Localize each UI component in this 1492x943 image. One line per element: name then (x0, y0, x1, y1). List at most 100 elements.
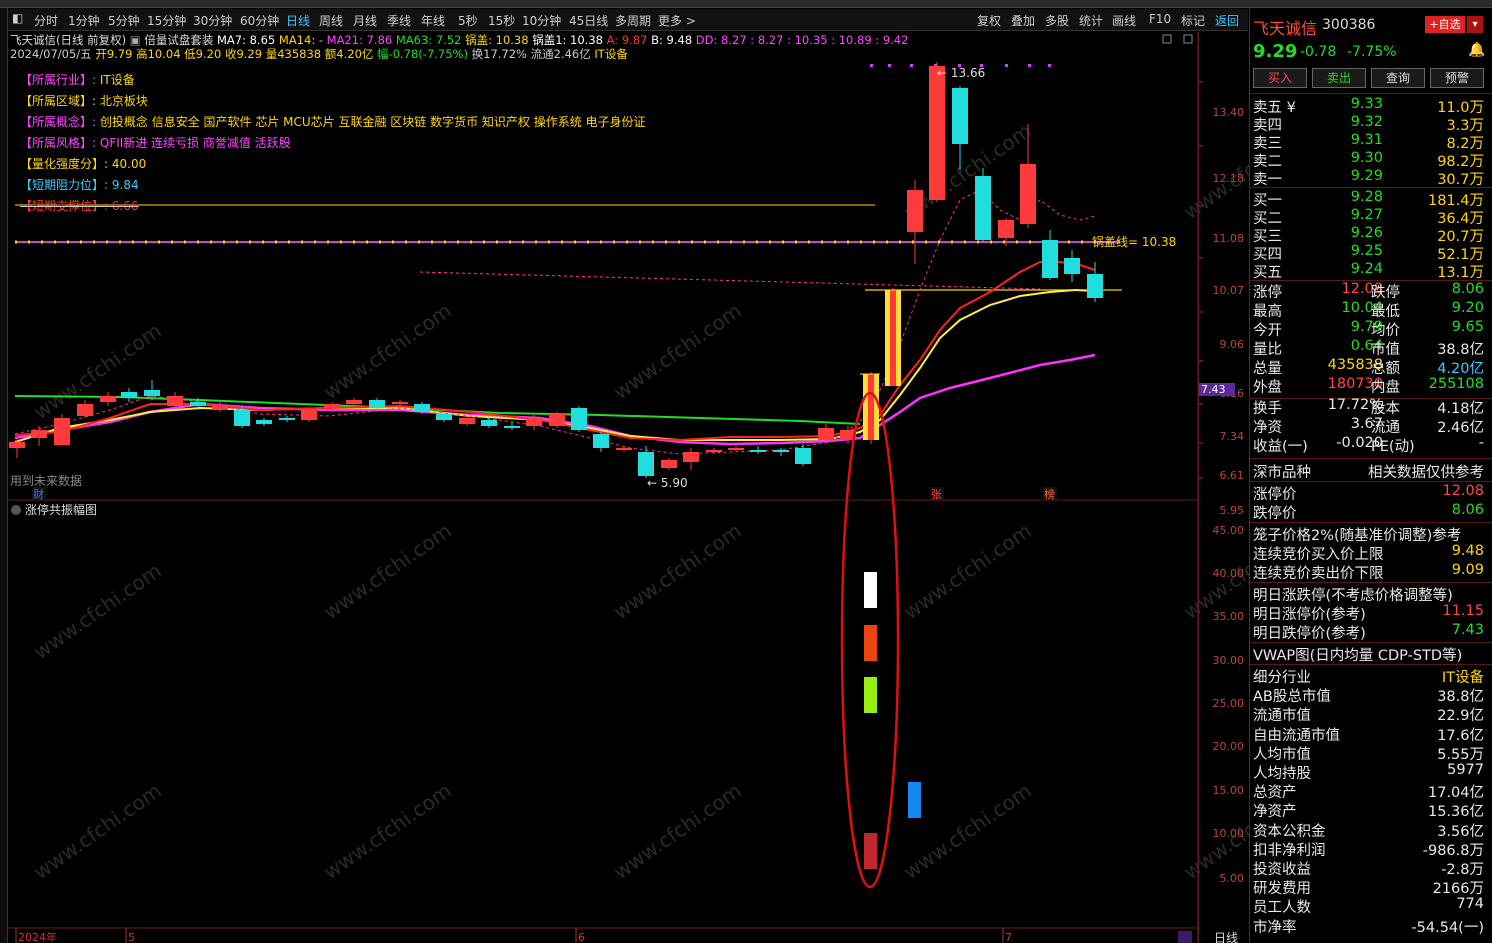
candle-body (818, 428, 834, 440)
candle-body (571, 408, 587, 430)
fundamental-row: 投资收益 -2.8万 (1253, 862, 1484, 878)
dropdown-icon[interactable]: ▾ (1467, 16, 1483, 33)
candle-body (795, 448, 811, 464)
ask-row: 卖五 ¥9.33 11.0万 (1253, 96, 1484, 116)
candle-body (54, 418, 70, 445)
sub-y-tick: 35.00 (1212, 610, 1245, 623)
future-data-note: 用到未来数据 (10, 473, 82, 488)
limit-row: 跌停价 8.06 (1253, 502, 1484, 522)
watermark: www.cfchi.com (29, 318, 166, 424)
candle-body (279, 418, 295, 420)
info-line-3: 【所属风格】: QFII新进 连续亏损 商誉减值 活跃股 (20, 136, 291, 150)
price-tag: 7.43 (1199, 383, 1235, 396)
ma-value-7: B: 9.48 (651, 33, 693, 47)
bar-blue (908, 782, 921, 818)
candle-body (1020, 164, 1036, 224)
ma-value-0: MA7: 8.65 (216, 33, 276, 47)
candle-body (301, 410, 317, 420)
candle-body (549, 414, 565, 426)
y-tick: 10.07 (1212, 284, 1245, 297)
stat-row: 换手 17.72% 股本 4.18亿 (1253, 397, 1484, 417)
trade-button-3[interactable]: 预警 (1430, 68, 1484, 88)
ohlc-4: 收9.29 (224, 47, 263, 61)
candle-body (661, 460, 677, 468)
sub-y-tick: 10.00 (1212, 827, 1245, 840)
ma-value-6: A: 9.87 (606, 33, 648, 47)
ohlc-9: 流通2.46亿 (530, 47, 591, 61)
period-label: 日线 (1213, 931, 1238, 943)
vwap-row[interactable]: VWAP图(日内均量 CDP-STD等) (1253, 644, 1484, 664)
ma-value-5: 锅盖1: 10.38 (532, 33, 603, 47)
watermark: www.cfchi.com (29, 558, 166, 664)
watermark: www.cfchi.com (609, 518, 746, 624)
bar-orange (864, 625, 877, 661)
fundamental-row: 总资产 17.04亿 (1253, 785, 1484, 802)
tomorrow-row: 明日跌停价(参考) 7.43 (1253, 622, 1484, 642)
fundamental-row: 人均持股 5977 (1253, 762, 1484, 782)
candle-body (392, 402, 408, 404)
ohlc-6: 额4.20亿 (324, 47, 374, 61)
candle-body (144, 390, 160, 396)
candle-body (256, 420, 272, 424)
candle-body (436, 414, 452, 420)
fundamental-row: 资本公积金 3.56亿 (1253, 823, 1484, 840)
trend-line (419, 271, 1041, 290)
formula-name: 倍量试盘套装 (144, 33, 214, 47)
fundamental-row: 自由流通市值 17.6亿 (1253, 727, 1484, 744)
cage-row: 连续竞价买入价上限 9.48 (1253, 543, 1484, 563)
candle-body (459, 418, 475, 424)
info-line-2: 【所属概念】: 创投概念 信息安全 国产软件 芯片 MCU芯片 互联金融 区块链… (20, 115, 646, 129)
candle-body (526, 418, 542, 426)
watermark: www.cfchi.com (899, 518, 1036, 624)
price-change-pct: -7.75% (1347, 44, 1397, 60)
fundamental-row: 细分行业 IT设备 (1253, 670, 1484, 686)
chart-header: 飞天诚信(日线 前复权) ▣ 倍量试盘套装 MA7: 8.65 MA14: - … (8, 32, 1198, 62)
add-watchlist-button[interactable]: +自选 (1425, 16, 1465, 33)
ohlc-2: 高10.04 (136, 47, 181, 61)
ohlc-10: IT设备 (594, 47, 628, 61)
candle-body (683, 452, 699, 462)
candle-body (616, 448, 632, 450)
candle-body (1042, 240, 1058, 278)
ohlc-0: 2024/07/05/五 (10, 47, 92, 61)
bid-row: 买三 9.26 20.7万 (1253, 225, 1484, 245)
candle-body (121, 392, 137, 398)
limit-row: 涨停价 12.08 (1253, 483, 1484, 503)
candle-body (907, 190, 923, 232)
ohlc-5: 量435838 (265, 47, 322, 61)
bid-row: 买二 9.27 36.4万 (1253, 207, 1484, 227)
ma-value-1: MA14: - (278, 33, 323, 47)
ma-value-2: MA21: 7.86 (326, 33, 393, 47)
candle-body (952, 88, 968, 144)
trade-button-1[interactable]: 卖出 (1312, 68, 1366, 88)
candle-body (638, 452, 654, 476)
sub-y-tick: 40.00 (1212, 567, 1245, 580)
candle-body (481, 420, 497, 426)
y-tick: 7.34 (1219, 430, 1245, 443)
current-price: 9.29 (1253, 41, 1298, 62)
x-tick: 6 (578, 931, 585, 943)
candle-body (706, 450, 722, 452)
info-line-0: 【所属行业】: IT设备 (20, 73, 135, 87)
stat-row: 收益(一) -0.020 PE(动) - (1253, 435, 1484, 455)
candle-body (750, 450, 766, 452)
bid-row: 买五 9.24 13.1万 (1253, 261, 1484, 281)
stat-row: 总量 435838 总额 4.20亿 (1253, 357, 1484, 377)
bell-icon[interactable]: 🔔 (1468, 42, 1485, 58)
low-marker: ← 5.90 (647, 476, 688, 490)
ma-value-3: MA63: 7.52 (395, 33, 462, 47)
candle-body (593, 434, 609, 448)
ask-row: 卖四 9.32 3.3万 (1253, 114, 1484, 134)
info-line-6: 【短期支撑位】: 6.66 (20, 199, 139, 213)
bar-red (864, 833, 877, 869)
event-marker: 张 (931, 488, 942, 501)
guogai-label: 锅盖线= 10.38 (1092, 234, 1176, 249)
candle-body (77, 404, 93, 416)
trade-button-0[interactable]: 买入 (1253, 68, 1307, 88)
candle-body (100, 396, 116, 402)
y-tick: 6.61 (1219, 469, 1245, 482)
ohlc-7: 幅-0.78(-7.75%) (377, 47, 468, 61)
fundamental-row: 研发费用 2166万 (1253, 881, 1484, 898)
candle-body (773, 450, 789, 452)
trade-button-2[interactable]: 查询 (1371, 68, 1425, 88)
